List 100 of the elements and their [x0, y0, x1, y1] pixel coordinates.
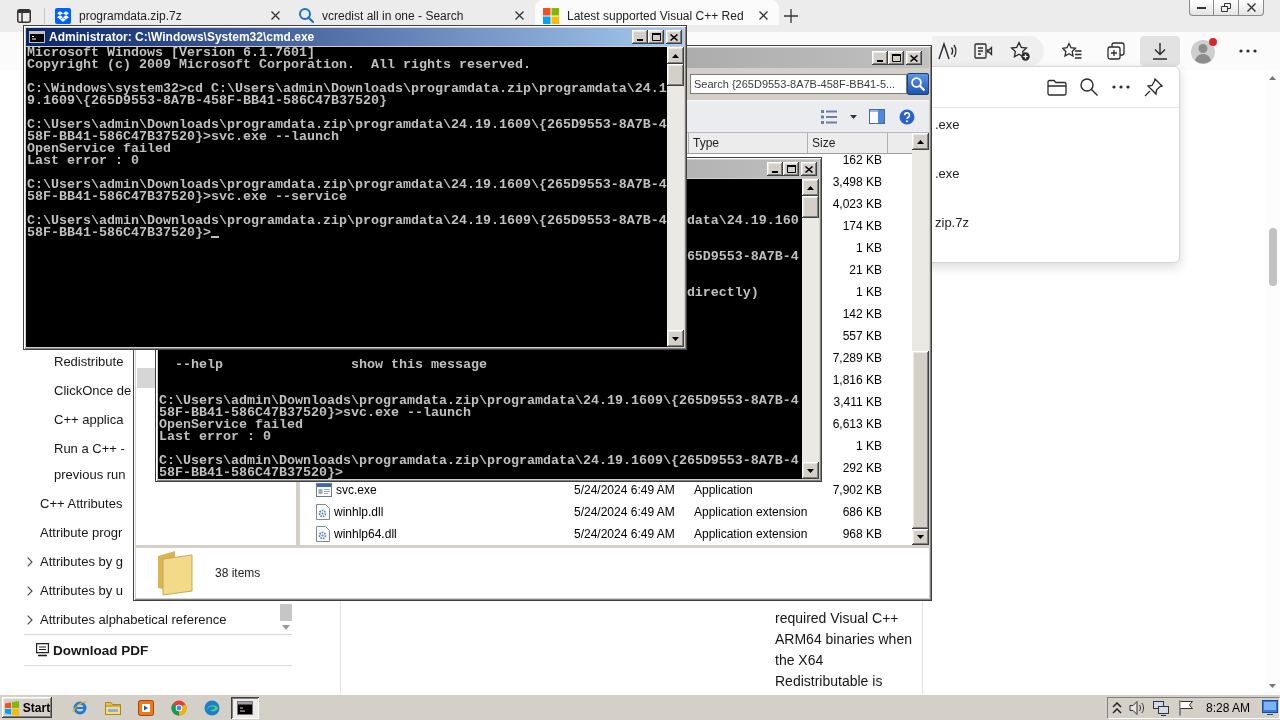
search-icon — [911, 77, 925, 91]
file-size: 968 KB — [842, 527, 882, 541]
scroll-up-button[interactable] — [667, 47, 684, 64]
toc-link[interactable]: C++ applica — [54, 405, 124, 434]
console-line: OpenService failed — [159, 419, 303, 431]
taskbar-button[interactable] — [231, 696, 259, 719]
file-size: 1 KB — [856, 285, 882, 299]
help-icon — [899, 108, 915, 125]
scroll-up-button[interactable] — [912, 133, 929, 150]
scroll-up-button[interactable] — [802, 179, 819, 196]
scrollbar-thumb[interactable] — [1268, 228, 1277, 286]
console-line: 58F-BB41-586C47B37520}> — [159, 467, 343, 479]
start-button[interactable]: Start — [2, 697, 52, 718]
file-size: 174 KB — [842, 219, 882, 233]
file-size: 6,613 KB — [832, 417, 882, 431]
ring-orbit-icon — [72, 699, 88, 716]
star-plus-icon — [1010, 41, 1030, 61]
minimize-icon — [772, 171, 778, 173]
scrollbar-thumb[interactable] — [280, 604, 292, 621]
double-chevron-up-icon[interactable] — [1112, 701, 1122, 714]
console-line: 58F-BB41-586C47B37520}> — [27, 227, 211, 239]
close-icon — [910, 54, 918, 62]
close-button[interactable] — [666, 30, 682, 44]
network-icon[interactable] — [1153, 699, 1169, 716]
file-type: Application extension — [694, 527, 808, 541]
file-size: 21 KB — [849, 263, 882, 277]
file-type: Application extension — [694, 505, 808, 519]
scrollbar-thumb[interactable] — [802, 196, 819, 218]
search-field[interactable]: Search {265D9553-8A7B-458F-BB41-5... — [690, 74, 907, 94]
file-name[interactable]: winhlp64.dll — [334, 527, 397, 541]
minimize-button[interactable] — [1189, 0, 1214, 16]
console-line: Copyright (c) 2009 Microsoft Corporation. All rights reserved. — [27, 59, 531, 71]
toc-link[interactable]: Attribute progr — [40, 518, 123, 547]
column-header[interactable]: Size — [808, 133, 888, 153]
file-size: 3,411 KB — [833, 395, 882, 409]
console-line: 9.1609\{265D9553-8A7B-458F-BB41-586C47B37520} — [27, 95, 387, 107]
file-size: 1,816 KB — [832, 373, 882, 387]
minimize-icon — [1197, 6, 1206, 9]
arrow-down-icon — [807, 468, 814, 473]
maximize-button[interactable] — [648, 30, 664, 44]
desktop-icon[interactable] — [1262, 700, 1278, 715]
browser-tab[interactable]: Latest supported Visual C++ Red — [535, 0, 779, 25]
speaker-icon[interactable] — [1129, 699, 1145, 716]
toc-link[interactable]: ClickOnce de — [54, 376, 132, 405]
address-bar[interactable] — [932, 36, 1044, 66]
download-file-name[interactable]: zip.7z — [935, 215, 969, 230]
toc-link[interactable]: Redistribute — [54, 347, 124, 376]
download-file-name[interactable]: .exe — [935, 166, 960, 181]
browser-tab[interactable]: vcredist all in one - Search — [291, 0, 535, 25]
pin-icon — [1143, 77, 1163, 97]
toc-link[interactable]: C++ Attributes — [40, 489, 123, 518]
file-name[interactable]: winhlp.dll — [334, 505, 384, 519]
download-file-name[interactable]: .exe — [935, 117, 960, 132]
download-icon — [1151, 42, 1169, 60]
toc-link[interactable]: Attributes by u — [27, 576, 124, 605]
file-size: 162 KB — [842, 154, 882, 167]
file-size: 4,023 KB — [832, 197, 882, 211]
date-modified: 5/24/2024 6:49 AM — [574, 505, 675, 519]
swirl-icon — [204, 699, 220, 716]
console-line: C:\Users\admin\Downloads\programdata.zip\programdata\24.19.1609\{265D9553-8A7B-4 — [159, 455, 799, 467]
file-size: 142 KB — [842, 307, 882, 321]
console-icon — [29, 31, 45, 43]
file-size: 686 KB — [842, 505, 882, 519]
close-icon — [805, 165, 813, 173]
search-icon — [1080, 78, 1098, 96]
download-pdf-link[interactable]: Download PDF — [36, 642, 149, 658]
more-icon — [1239, 49, 1257, 53]
toc-link[interactable]: Attributes alphabetical reference — [27, 605, 227, 634]
toc-link[interactable]: Run a C++ - previous run — [54, 434, 126, 489]
window-title: Administrator: C:\Windows\System32\cmd.exe — [49, 30, 315, 44]
toc-link[interactable]: Attributes by g — [27, 547, 124, 576]
star-list-icon — [1062, 42, 1082, 60]
column-header[interactable]: Type — [689, 133, 808, 153]
console-line: Last error : 0 — [159, 431, 271, 443]
downloads-button[interactable] — [1140, 36, 1180, 66]
arrow-down-icon[interactable] — [1269, 684, 1276, 688]
file-type: Application — [694, 483, 753, 497]
scrollbar-thumb[interactable] — [667, 64, 684, 86]
arrow-up-icon — [917, 139, 924, 144]
scrollbar-thumb[interactable] — [912, 351, 929, 529]
console-line: 58F-BB41-586C47B37520}>svc.exe --launch — [27, 131, 339, 143]
scroll-down-button[interactable] — [667, 330, 684, 347]
file-name[interactable]: svc.exe — [336, 483, 377, 497]
arrow-down-icon[interactable] — [282, 625, 290, 630]
minimize-button[interactable] — [632, 30, 648, 44]
scroll-down-button[interactable] — [912, 529, 929, 545]
arrow-up-icon[interactable] — [1269, 76, 1276, 80]
item-count: 38 items — [215, 566, 261, 580]
search-button[interactable] — [907, 73, 929, 95]
console-line: 65D9553-8A7B-4 — [686, 251, 799, 263]
flag-icon[interactable] — [1178, 699, 1194, 716]
close-button[interactable] — [1239, 0, 1264, 16]
four-pane-flag-icon — [3, 699, 20, 716]
console-line: directly) — [686, 287, 759, 299]
page-speaker-icon — [974, 41, 993, 61]
restore-button[interactable] — [1214, 0, 1239, 16]
scroll-down-button[interactable] — [802, 462, 819, 479]
open-box-logo-icon — [55, 7, 71, 24]
browser-tab[interactable]: programdata.zip.7z — [47, 0, 291, 25]
minimize-icon — [637, 39, 643, 41]
